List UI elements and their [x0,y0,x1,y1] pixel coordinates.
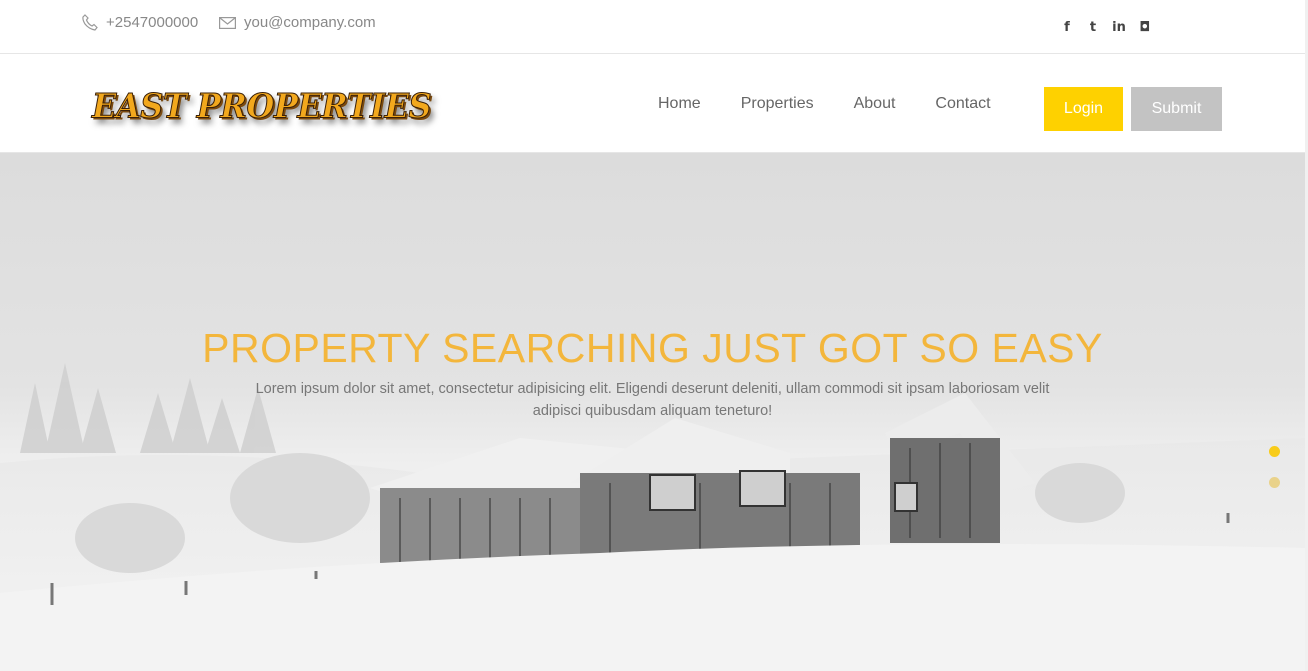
hero-slider: PROPERTY SEARCHING JUST GOT SO EASY Lore… [0,153,1305,671]
linkedin-icon[interactable]: in [1106,20,1132,35]
site-logo[interactable]: EAST PROPERTIES [91,89,432,124]
nav-home[interactable]: Home [658,95,701,113]
submit-button[interactable]: Submit [1131,87,1222,131]
twitter-icon[interactable]: t [1080,20,1106,35]
nav-about[interactable]: About [854,95,896,113]
envelope-icon [219,16,236,29]
phone-contact[interactable]: +2547000000 [82,14,198,31]
nav-properties[interactable]: Properties [741,95,814,113]
facebook-icon[interactable]: f [1054,20,1080,35]
slider-dot-2[interactable] [1269,477,1280,488]
main-header: EAST PROPERTIES Home Properties About Co… [0,54,1305,153]
email-contact[interactable]: you@company.com [219,14,376,31]
phone-number: +2547000000 [106,14,199,31]
hero-description: Lorem ipsum dolor sit amet, consectetur … [255,380,1050,419]
email-address: you@company.com [244,14,376,31]
slider-dot-1[interactable] [1269,446,1280,457]
instagram-icon[interactable]: ◘ [1132,20,1158,35]
nav-contact[interactable]: Contact [935,95,990,113]
hero-title: PROPERTY SEARCHING JUST GOT SO EASY [202,325,1103,372]
top-bar: +2547000000 you@company.com f t in ◘ [0,0,1305,54]
phone-icon [82,14,98,31]
main-nav: Home Properties About Contact [658,95,991,113]
social-links: f t in ◘ [1054,20,1158,35]
login-button[interactable]: Login [1044,87,1123,131]
